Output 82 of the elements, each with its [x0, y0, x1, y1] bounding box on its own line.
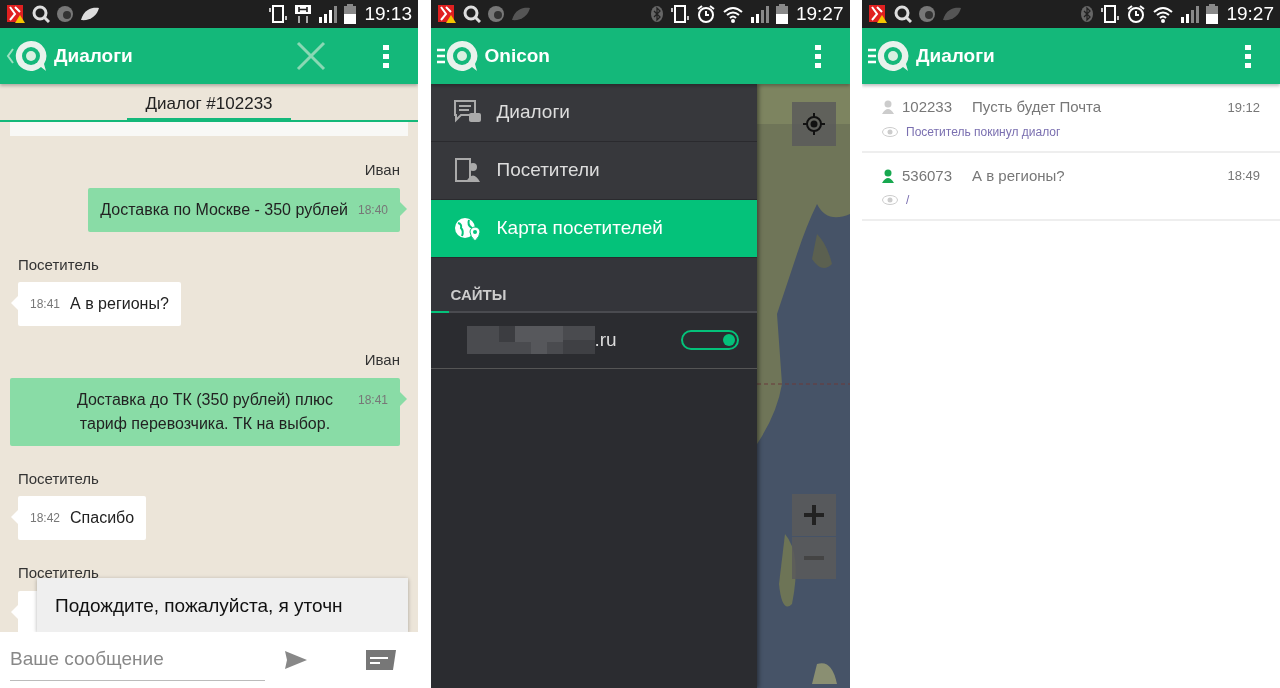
zoom-in-button[interactable] [791, 494, 836, 536]
ball-icon [918, 5, 936, 23]
vibrate-icon [268, 4, 289, 24]
message-time: 18:42 [30, 510, 61, 527]
wifi-icon [721, 5, 744, 23]
door-person-icon [452, 156, 481, 185]
sender-name: Посетитель [18, 254, 100, 275]
locate-icon [801, 112, 826, 136]
dialog-time: 18:49 [1227, 167, 1260, 185]
app-logo-icon [14, 39, 48, 73]
message-time: 18:41 [30, 296, 61, 313]
clock-time: 19:13 [364, 1, 412, 26]
eye-icon [882, 126, 898, 137]
alarm-icon [1126, 4, 1147, 24]
search-icon [32, 5, 50, 23]
vibrate-icon [1100, 4, 1121, 24]
signal-icon [318, 4, 339, 24]
more-options-icon[interactable] [1244, 44, 1252, 68]
sender-name: Посетитель [18, 468, 100, 489]
screen-title: Onicon [484, 43, 550, 68]
message-time: 18:40 [357, 201, 388, 219]
template-icon[interactable] [366, 649, 396, 671]
leaf-icon [510, 6, 531, 22]
search-icon [462, 5, 481, 23]
dialog-list-item[interactable]: 536073 А в регионы? 18:49 / [862, 152, 1280, 221]
dialog-status: / [906, 192, 910, 209]
zoom-out-button[interactable] [791, 537, 836, 579]
section-title: САЙТЫ [450, 286, 507, 303]
screen-title: Диалоги [54, 43, 133, 68]
bluetooth-icon [649, 5, 664, 23]
clock-time: 19:27 [1226, 1, 1274, 26]
drawer-item[interactable]: Диалоги [430, 84, 757, 142]
dialog-number: 536073 [902, 165, 953, 186]
ball-icon [56, 5, 74, 23]
more-options-icon[interactable] [382, 44, 390, 68]
bluetooth-icon [1080, 5, 1095, 23]
screen-title: Диалоги [916, 43, 995, 68]
dialog-number: 102233 [902, 97, 953, 117]
sender-name: Иван [363, 350, 400, 370]
close-icon[interactable] [296, 41, 326, 71]
vibrate-icon [669, 4, 690, 24]
back-icon[interactable] [6, 46, 14, 66]
suggestion-popup[interactable]: Подождите, пожалуйста, я уточн [37, 578, 408, 632]
message-text: А в регионы? [70, 294, 169, 314]
dialog-time: 19:12 [1227, 98, 1260, 117]
signal-icon [1180, 4, 1201, 24]
more-options-icon[interactable] [813, 44, 822, 68]
message-text: Доставка по Москве - 350 рублей [100, 199, 348, 220]
leaf-icon [942, 6, 962, 22]
eye-icon [882, 195, 898, 205]
ball-icon [486, 5, 505, 23]
shield-warning-icon [436, 4, 457, 24]
dialog-status: Посетитель покинул диалог [906, 123, 1061, 141]
dialog-message: А в регионы? [972, 165, 1065, 186]
wifi-icon [1152, 5, 1175, 23]
dialog-list-item[interactable]: 102233 Пусть будет Почта 19:12 Посетитель покинул диалог [862, 84, 1280, 153]
signal-icon [749, 4, 770, 24]
search-icon [894, 5, 912, 23]
message-time: 18:41 [357, 391, 388, 409]
menu-icon[interactable] [868, 48, 876, 64]
plus-icon [803, 505, 824, 525]
shield-warning-icon [868, 4, 888, 24]
send-icon[interactable] [284, 650, 308, 670]
message-text: Спасибо [70, 508, 135, 528]
clock-time: 19:27 [795, 1, 844, 26]
sender-name: Иван [363, 160, 400, 180]
battery-icon [775, 4, 788, 24]
drawer-item[interactable]: Посетители [430, 142, 757, 200]
locate-button[interactable] [791, 102, 836, 146]
dialog-message: Пусть будет Почта [972, 97, 1102, 117]
battery-icon [344, 4, 357, 24]
toggle-switch[interactable] [680, 330, 739, 350]
leaf-icon [80, 6, 100, 22]
message-text: Доставка до ТК (350 рублей) плюс тариф перевозчика. ТК на выбор. [75, 389, 335, 434]
app-logo-icon [876, 39, 910, 73]
network-h-icon [294, 4, 313, 24]
battery-icon [1206, 4, 1219, 24]
site-domain: .ru [594, 327, 617, 352]
shield-warning-icon [6, 4, 26, 24]
alarm-icon [695, 4, 716, 24]
menu-icon[interactable] [436, 48, 445, 64]
app-logo-icon [444, 39, 479, 73]
